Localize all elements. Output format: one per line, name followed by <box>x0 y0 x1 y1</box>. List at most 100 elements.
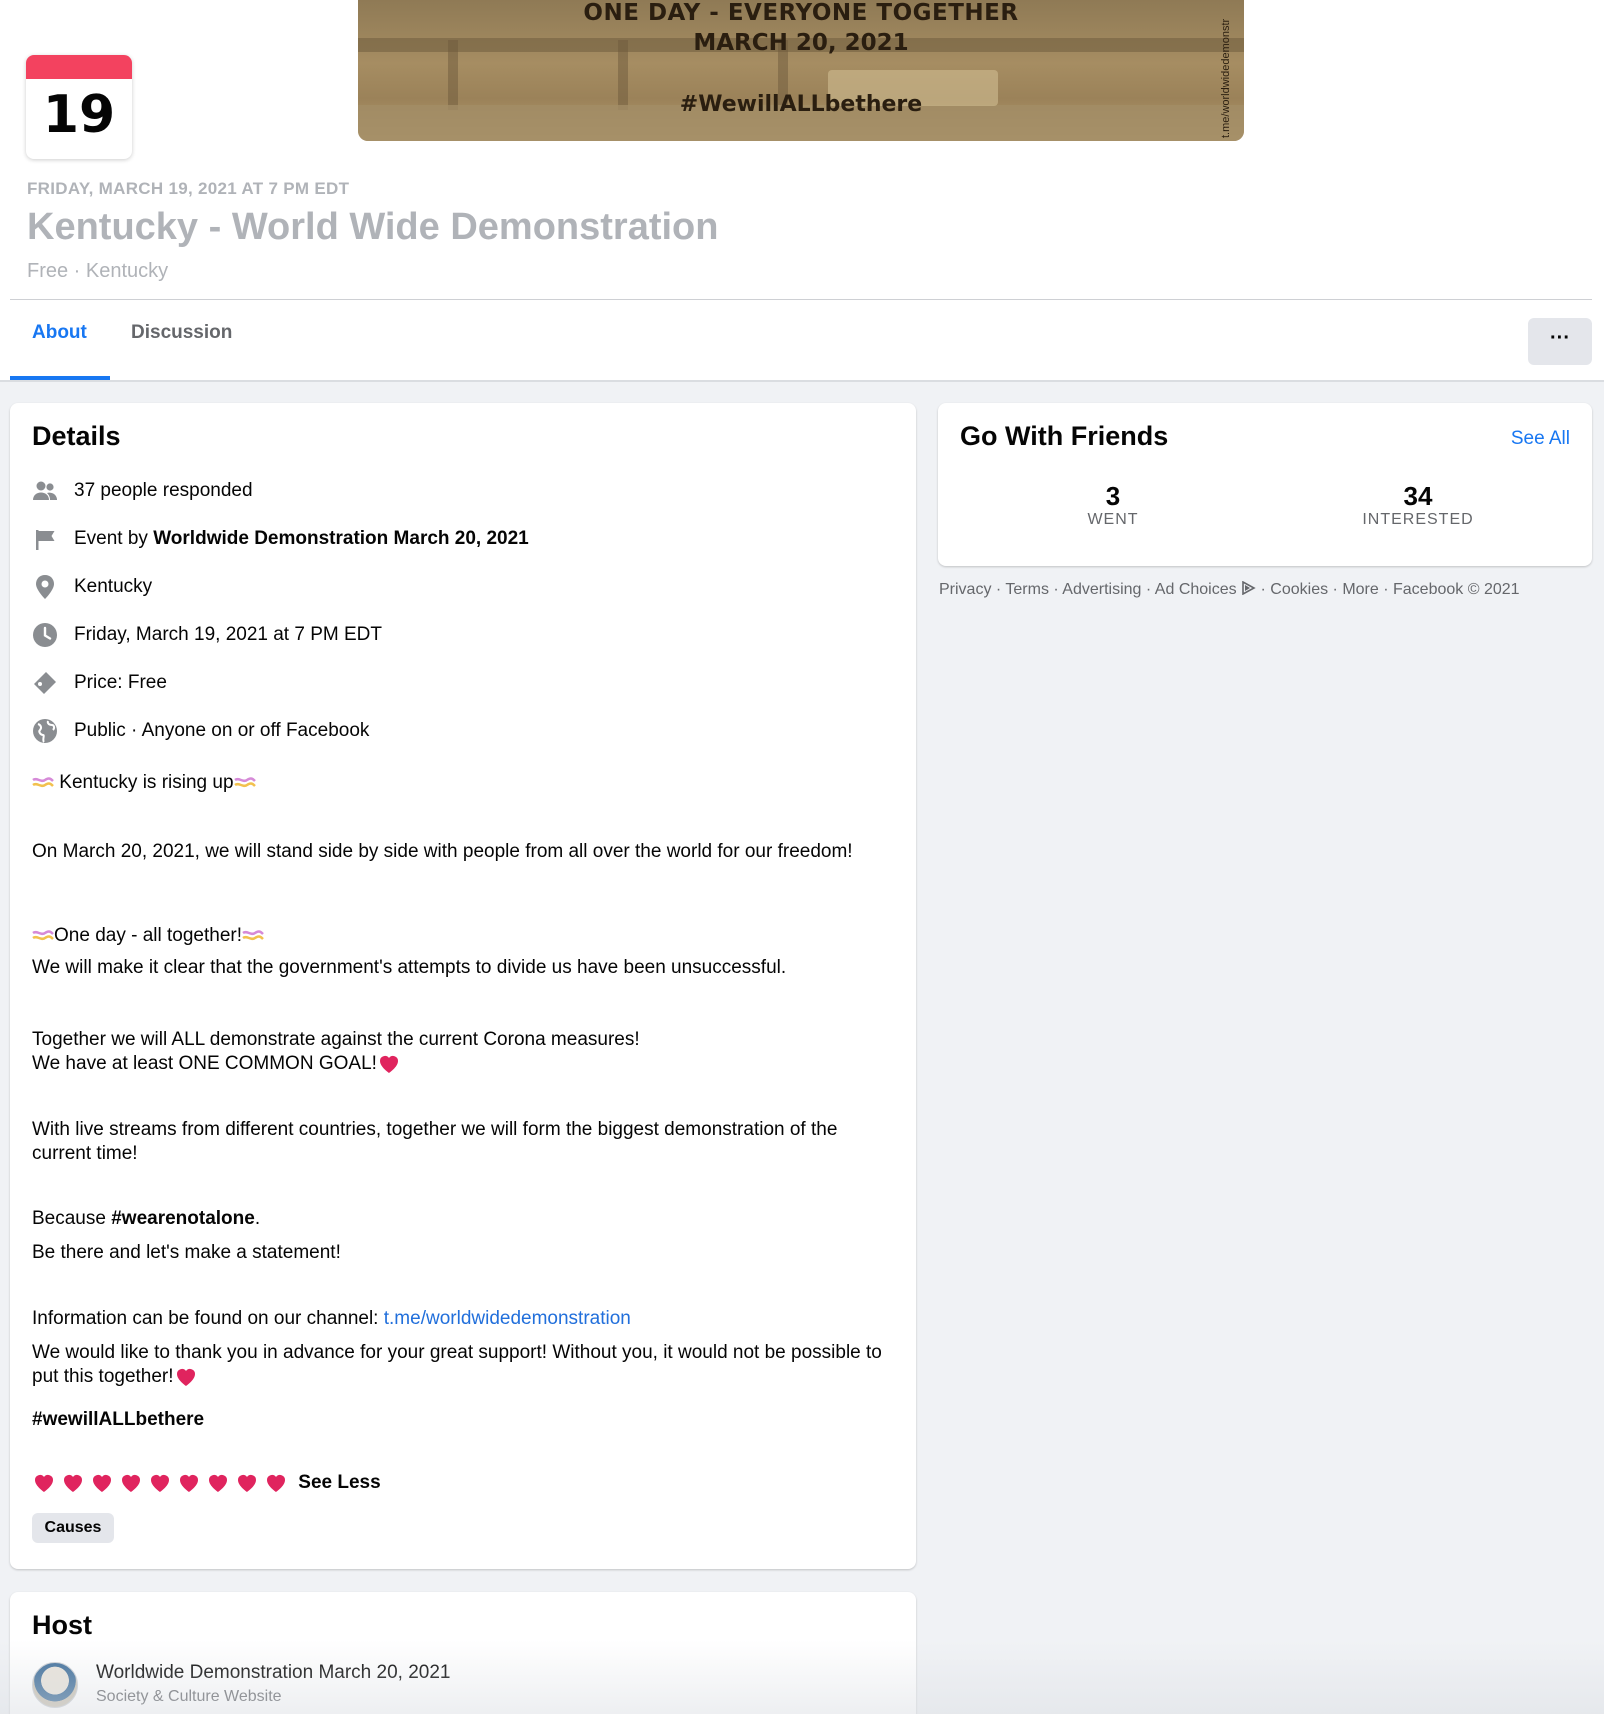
desc-paragraph-4: With live streams from different countri… <box>32 1119 838 1164</box>
category-tag-causes[interactable]: Causes <box>32 1513 114 1543</box>
desc-info: Information can be found on our channel:… <box>32 1307 892 1331</box>
desc-paragraph-6: We would like to thank you in advance fo… <box>32 1341 892 1389</box>
went-stat[interactable]: 3 WENT <box>1013 483 1213 529</box>
heart-emoji-icon <box>122 1475 140 1492</box>
hashtag-wewillallbethere[interactable]: #wewillALLbethere <box>32 1409 204 1430</box>
hearts-group <box>32 1472 293 1493</box>
footer-link-cookies[interactable]: Cookies <box>1270 581 1328 598</box>
calendar-day: 19 <box>42 85 116 145</box>
went-label: WENT <box>1087 511 1139 528</box>
interested-label: INTERESTED <box>1362 511 1474 528</box>
detail-row-time: Friday, March 19, 2021 at 7 PM EDT <box>32 620 382 650</box>
friends-heading: Go With Friends <box>960 421 1169 451</box>
heart-emoji-icon <box>379 1056 398 1073</box>
detail-row-price: Price: Free <box>32 668 167 698</box>
see-all-link[interactable]: See All <box>1511 428 1570 450</box>
thanks-text: We would like to thank you in advance fo… <box>32 1342 882 1388</box>
desc-paragraph-1: On March 20, 2021, we will stand side by… <box>32 841 853 862</box>
host-heading: Host <box>32 1610 92 1640</box>
event-cover-image[interactable]: ONE DAY - EVERYONE TOGETHER MARCH 20, 20… <box>358 0 1244 141</box>
banner-line-1: ONE DAY - EVERYONE TOGETHER <box>583 0 1019 26</box>
responded-count: 37 people responded <box>74 480 253 501</box>
heart-emoji-icon <box>35 1475 53 1492</box>
desc-paragraph-3b: We have at least ONE COMMON GOAL! <box>32 1052 892 1076</box>
location-pin-icon <box>32 574 58 600</box>
went-count: 3 <box>1105 481 1121 511</box>
price-text: Price: Free <box>74 672 167 693</box>
detail-row-responded[interactable]: 37 people responded <box>32 476 253 506</box>
tab-discussion[interactable]: Discussion <box>131 322 232 344</box>
desc-hearts-row: See Less <box>32 1471 892 1495</box>
time-text: Friday, March 19, 2021 at 7 PM EDT <box>74 624 382 645</box>
host-card: Host Worldwide Demonstration March 20, 2… <box>10 1592 916 1714</box>
footer-link-advertising[interactable]: Advertising <box>1062 581 1141 598</box>
host-category: Society & Culture Website <box>96 1688 282 1705</box>
heart-emoji-icon <box>176 1369 195 1386</box>
wave-emoji-icon <box>32 930 54 941</box>
desc-paragraph-3a: Together we will ALL demonstrate against… <box>32 1029 640 1050</box>
footer-copyright: Facebook © 2021 <box>1393 581 1520 598</box>
heart-emoji-icon <box>209 1475 227 1492</box>
see-less-button[interactable]: See Less <box>298 1472 380 1493</box>
because-suffix: . <box>254 1208 261 1229</box>
details-heading: Details <box>32 421 121 451</box>
clock-icon <box>32 622 58 648</box>
host-name[interactable]: Worldwide Demonstration March 20, 2021 <box>96 1662 451 1684</box>
heart-emoji-icon <box>238 1475 256 1492</box>
footer-link-privacy[interactable]: Privacy <box>939 581 991 598</box>
hashtag-wearenotalone[interactable]: #wearenotalone <box>111 1208 255 1229</box>
tab-about[interactable]: About <box>32 322 87 344</box>
banner-line-2: MARCH 20, 2021 <box>693 30 909 56</box>
one-day-text: One day - all together! <box>54 925 242 946</box>
info-prefix: Information can be found on our channel: <box>32 1308 384 1329</box>
wave-emoji-icon <box>233 777 256 788</box>
rising-text: Kentucky is rising up <box>59 772 234 793</box>
globe-icon <box>32 718 58 744</box>
desc-one-day: One day - all together! <box>32 924 892 948</box>
ticket-icon <box>32 670 58 696</box>
event-header: ONE DAY - EVERYONE TOGETHER MARCH 20, 20… <box>0 0 1604 380</box>
heart-emoji-icon <box>267 1475 285 1492</box>
people-icon <box>32 478 58 504</box>
channel-link[interactable]: t.me/worldwidedemonstration <box>384 1308 631 1329</box>
desc-because: Because #wearenotalone. <box>32 1207 892 1231</box>
host-avatar[interactable] <box>32 1662 78 1708</box>
heart-emoji-icon <box>180 1475 198 1492</box>
organizer-name[interactable]: Worldwide Demonstration March 20, 2021 <box>153 528 529 549</box>
footer-link-terms[interactable]: Terms <box>1005 581 1049 598</box>
page-footer: Privacy · Terms · Advertising · Ad Choic… <box>939 580 1520 598</box>
organizer-prefix: Event by <box>74 528 154 549</box>
flag-icon <box>32 526 58 552</box>
header-divider <box>10 299 1592 300</box>
because-prefix: Because <box>32 1208 112 1229</box>
detail-row-location[interactable]: Kentucky <box>32 572 152 602</box>
desc-rising: Kentucky is rising up <box>32 771 892 795</box>
footer-link-ad-choices[interactable]: Ad Choices <box>1155 581 1237 598</box>
organizer-text: Event by Worldwide Demonstration March 2… <box>74 528 529 550</box>
interested-stat[interactable]: 34 INTERESTED <box>1318 483 1518 529</box>
calendar-top-strip <box>26 55 132 79</box>
footer-link-more[interactable]: More <box>1342 581 1378 598</box>
detail-row-visibility: Public · Anyone on or off Facebook <box>32 716 369 746</box>
heart-emoji-icon <box>64 1475 82 1492</box>
more-options-button[interactable]: ··· <box>1528 318 1592 365</box>
desc-paragraph-2: We will make it clear that the governmen… <box>32 957 787 978</box>
calendar-date-badge: 19 <box>26 55 132 159</box>
location-text: Kentucky <box>74 576 153 597</box>
wave-emoji-icon <box>242 930 264 941</box>
event-datetime: FRIDAY, MARCH 19, 2021 AT 7 PM EDT <box>27 179 350 198</box>
detail-row-organizer[interactable]: Event by Worldwide Demonstration March 2… <box>32 524 529 554</box>
visibility-text: Public · Anyone on or off Facebook <box>74 720 370 741</box>
event-title: Kentucky - World Wide Demonstration <box>27 206 719 248</box>
ad-choices-icon <box>1242 580 1256 596</box>
heart-emoji-icon <box>93 1475 111 1492</box>
common-goal-text: We have at least ONE COMMON GOAL! <box>32 1053 377 1075</box>
wave-emoji-icon <box>32 777 54 788</box>
banner-side-text: t.me/worldwidedemonstr <box>1220 18 1232 138</box>
details-card: Details 37 people responded Event by Wor… <box>10 403 916 1569</box>
go-with-friends-card: Go With Friends See All 3 WENT 34 INTERE… <box>938 403 1592 566</box>
heart-emoji-icon <box>151 1475 169 1492</box>
header-bottom-border <box>0 380 1604 382</box>
desc-paragraph-5: Be there and let's make a statement! <box>32 1242 341 1263</box>
interested-count: 34 <box>1403 481 1433 511</box>
